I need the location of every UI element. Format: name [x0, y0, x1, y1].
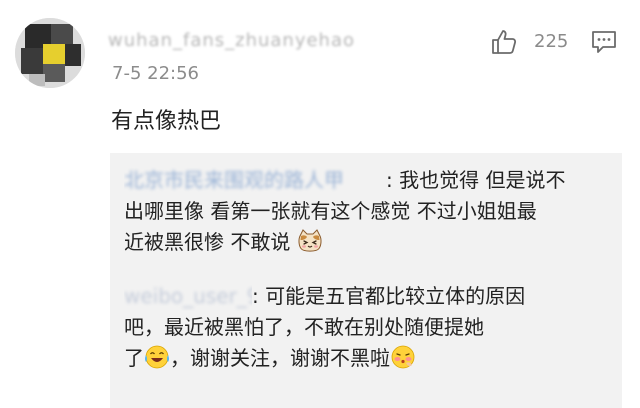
weibo-comment-card: wuhan_fans_zhuanyehao 7-5 22:56 225 有点像热… [0, 0, 640, 408]
comment-timestamp: 7-5 22:56 [112, 63, 199, 84]
reply-line: 近被黑很惨 不敢说 [124, 227, 614, 258]
reply-text: 近被黑很惨 不敢说 [124, 230, 291, 254]
laughing-tears-icon [145, 345, 169, 369]
shy-face-icon [391, 345, 415, 369]
reply-username[interactable]: weibo_user_9 [124, 281, 252, 312]
reply-text: 出哪里像 看第一张就有这个感觉 不过小姐姐最 [124, 199, 537, 223]
reply-text: ，谢谢关注，谢谢不黑啦 [170, 346, 390, 370]
reply-text: : 我也觉得 但是说不 [386, 168, 566, 192]
reply-line: 北京市民来围观的路人甲 : 我也觉得 但是说不 [124, 165, 614, 196]
reply-line: 了 ，谢谢关注，谢谢不黑啦 [124, 343, 614, 374]
comment-bubble-icon[interactable] [590, 29, 618, 55]
like-count: 225 [534, 31, 569, 52]
comment-text: 有点像热巴 [111, 109, 222, 134]
reply-thread[interactable]: 北京市民来围观的路人甲 : 我也觉得 但是说不 出哪里像 看第一张就有这个感觉 … [110, 153, 622, 408]
thumbs-up-icon[interactable] [490, 28, 518, 56]
reply-item: weibo_user_9 : 可能是五官都比较立体的原因 吧，最近被黑怕了，不敢… [124, 281, 614, 374]
reply-text: : 可能是五官都比较立体的原因 [252, 284, 526, 308]
reply-text: 吧，最近被黑怕了，不敢在别处随便提她 [124, 315, 484, 339]
reply-username[interactable]: 北京市民来围观的路人甲 [124, 165, 386, 196]
comment-username[interactable]: wuhan_fans_zhuanyehao [108, 30, 358, 52]
cat-face-icon [298, 229, 322, 252]
like-button[interactable]: 225 [490, 28, 568, 56]
reply-text: 了 [124, 346, 144, 370]
reply-item: 北京市民来围观的路人甲 : 我也觉得 但是说不 出哪里像 看第一张就有这个感觉 … [124, 165, 614, 258]
reply-line: weibo_user_9 : 可能是五官都比较立体的原因 [124, 281, 614, 312]
avatar[interactable] [15, 18, 85, 88]
